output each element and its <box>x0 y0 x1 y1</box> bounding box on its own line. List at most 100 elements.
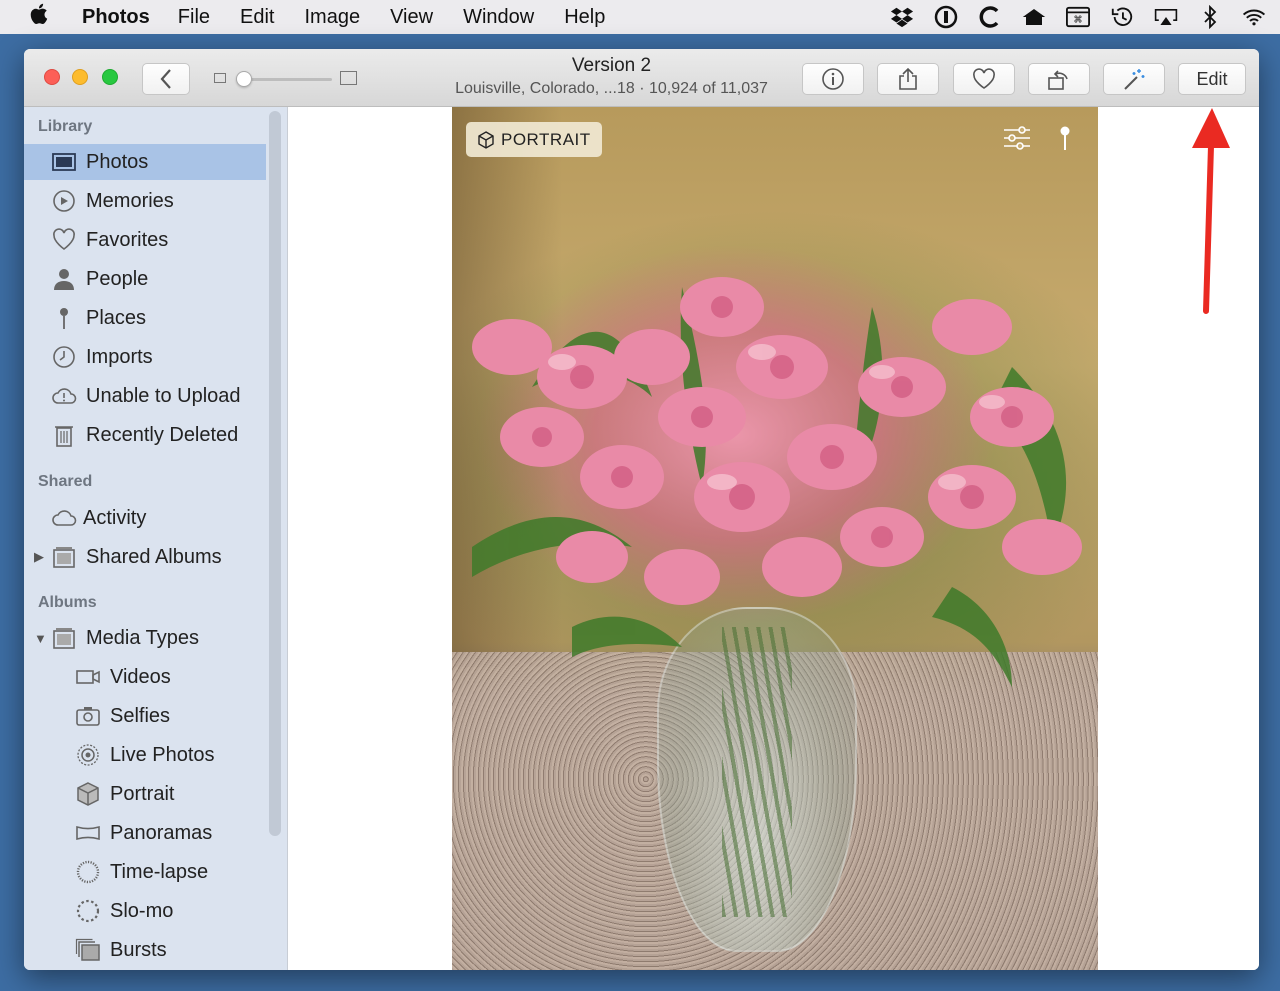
sidebar-item-imports[interactable]: Imports <box>24 339 266 375</box>
portrait-badge[interactable]: PORTRAIT <box>466 122 602 157</box>
favorite-button[interactable] <box>953 63 1015 95</box>
section-title-shared: Shared <box>38 473 93 490</box>
window-title: Version 2 <box>571 55 652 76</box>
svg-text:⌘: ⌘ <box>1073 15 1082 26</box>
sidebar-item-label: Activity <box>83 506 147 529</box>
section-title-albums: Albums <box>38 594 97 611</box>
sidebar-item-slo-mo[interactable]: Slo-mo <box>24 893 266 929</box>
timelapse-icon <box>74 858 102 886</box>
heart-icon <box>973 68 995 89</box>
sidebar-item-activity[interactable]: Activity <box>24 500 266 536</box>
sidebar-item-label: Bursts <box>110 938 167 961</box>
magic-wand-icon <box>1124 69 1145 90</box>
share-icon <box>899 67 917 90</box>
disclosure-expanded-icon[interactable]: ▼ <box>34 631 47 646</box>
clock-icon <box>50 343 78 371</box>
sidebar-item-label: People <box>86 267 149 290</box>
c-app-icon[interactable] <box>978 5 1002 29</box>
dropbox-icon[interactable] <box>890 5 914 29</box>
small-photo-icon <box>214 73 226 83</box>
cube-icon <box>74 780 102 808</box>
menu-help[interactable]: Help <box>564 6 605 29</box>
1password-icon[interactable] <box>934 5 958 29</box>
sidebar-item-label: Portrait <box>110 782 175 805</box>
sidebar-item-media-types[interactable]: ▼ Media Types <box>24 620 266 656</box>
wifi-icon[interactable] <box>1242 5 1266 29</box>
sidebar-item-selfies[interactable]: Selfies <box>24 698 266 734</box>
sidebar-item-label: Photos <box>86 150 149 173</box>
heart-icon <box>50 226 78 254</box>
sidebar-item-portrait[interactable]: Portrait <box>24 776 266 812</box>
menu-image[interactable]: Image <box>304 6 360 29</box>
sidebar-item-label: Panoramas <box>110 821 213 844</box>
memories-icon <box>50 187 78 215</box>
disclosure-collapsed-icon[interactable]: ▶ <box>34 549 44 565</box>
sidebar-item-time-lapse[interactable]: Time-lapse <box>24 854 266 890</box>
sidebar-item-memories[interactable]: Memories <box>24 183 266 219</box>
back-button[interactable] <box>142 63 190 95</box>
sidebar-item-favorites[interactable]: Favorites <box>24 222 266 258</box>
sidebar-item-label: Places <box>86 306 147 329</box>
edit-button[interactable]: Edit <box>1178 63 1246 95</box>
sidebar-item-label: Recently Deleted <box>86 423 239 446</box>
section-title-library: Library <box>38 118 93 135</box>
minimize-window-button[interactable] <box>72 69 88 85</box>
zoom-slider-thumb[interactable] <box>236 71 252 87</box>
menu-bar: Photos File Edit Image View Window Help … <box>0 0 1280 34</box>
sidebar-item-live-photos[interactable]: Live Photos <box>24 737 266 773</box>
portrait-badge-label: PORTRAIT <box>501 129 591 149</box>
sidebar-item-label: Time-lapse <box>110 860 209 883</box>
sidebar-scrollbar[interactable] <box>269 111 281 836</box>
fullscreen-window-button[interactable] <box>102 69 118 85</box>
apple-menu-icon[interactable] <box>30 3 52 31</box>
album-stack-icon <box>50 624 78 652</box>
bursts-icon <box>74 936 102 964</box>
auto-enhance-button[interactable] <box>1103 63 1165 95</box>
sidebar-item-photos[interactable]: Photos <box>24 144 266 180</box>
cloud-alert-icon <box>50 382 78 410</box>
time-machine-icon[interactable] <box>1110 5 1134 29</box>
rotate-button[interactable] <box>1028 63 1090 95</box>
menu-edit[interactable]: Edit <box>240 6 274 29</box>
sidebar-item-shared-albums[interactable]: ▶ Shared Albums <box>24 539 266 575</box>
title-bar: Version 2 Louisville, Colorado, ...18 · … <box>24 49 1259 107</box>
live-photo-icon <box>74 741 102 769</box>
share-button[interactable] <box>877 63 939 95</box>
pin-icon <box>50 304 78 332</box>
sidebar-item-panoramas[interactable]: Panoramas <box>24 815 266 851</box>
video-icon <box>74 663 102 691</box>
sidebar-item-label: Selfies <box>110 704 171 727</box>
adjustments-icon[interactable] <box>1002 125 1032 151</box>
trash-icon <box>50 421 78 449</box>
bluetooth-icon[interactable] <box>1198 5 1222 29</box>
sidebar-item-label: Videos <box>110 665 171 688</box>
sidebar-item-unable-to-upload[interactable]: Unable to Upload <box>24 378 266 414</box>
sidebar-item-label: Shared Albums <box>86 545 222 568</box>
menu-window[interactable]: Window <box>463 6 534 29</box>
photo[interactable]: PORTRAIT <box>452 107 1098 970</box>
menu-view[interactable]: View <box>390 6 433 29</box>
sidebar-item-people[interactable]: People <box>24 261 266 297</box>
menu-file[interactable]: File <box>178 6 210 29</box>
location-pin-icon[interactable] <box>1058 125 1072 151</box>
flower-bouquet <box>472 277 1082 687</box>
sidebar-item-recently-deleted[interactable]: Recently Deleted <box>24 417 266 453</box>
info-button[interactable] <box>802 63 864 95</box>
album-stack-icon <box>50 543 78 571</box>
photos-icon <box>50 148 78 176</box>
menu-photos[interactable]: Photos <box>82 6 150 29</box>
sidebar-item-places[interactable]: Places <box>24 300 266 336</box>
airplay-icon[interactable] <box>1154 5 1178 29</box>
close-window-button[interactable] <box>44 69 60 85</box>
home-icon[interactable] <box>1022 5 1046 29</box>
panorama-icon <box>74 819 102 847</box>
sidebar-item-label: Favorites <box>86 228 169 251</box>
selfie-icon <box>74 702 102 730</box>
zoom-slider[interactable] <box>214 69 364 89</box>
keyboard-viewer-icon[interactable]: ⌘ <box>1066 5 1090 29</box>
slomo-icon <box>74 897 102 925</box>
window-title-block: Version 2 Louisville, Colorado, ...18 · … <box>424 55 799 101</box>
sidebar-item-bursts[interactable]: Bursts <box>24 932 266 968</box>
sidebar-item-label: Media Types <box>86 626 200 649</box>
sidebar-item-videos[interactable]: Videos <box>24 659 266 695</box>
